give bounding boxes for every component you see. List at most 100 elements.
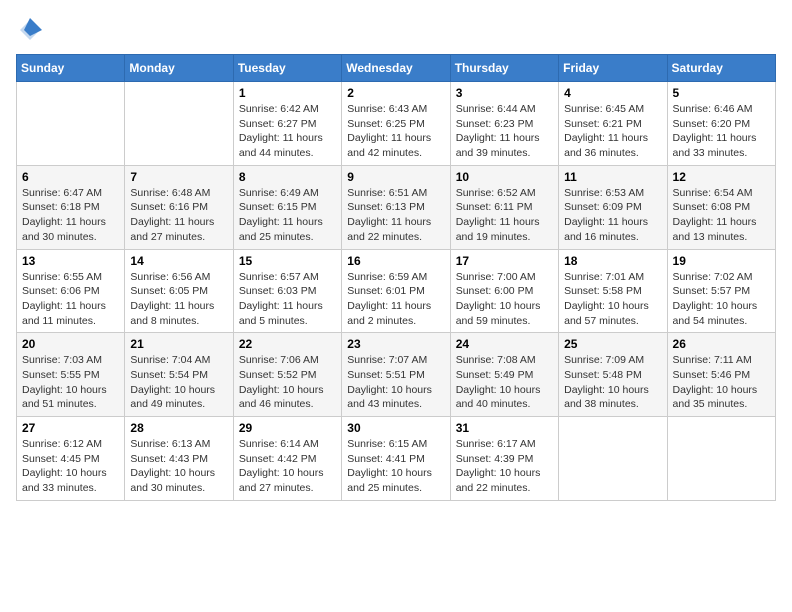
calendar-cell: 29 Sunrise: 6:14 AMSunset: 4:42 PMDayligh… [233, 417, 341, 501]
calendar-cell: 14Sunrise: 6:56 AMSunset: 6:05 PMDayligh… [125, 249, 233, 333]
calendar-header-row: SundayMondayTuesdayWednesdayThursdayFrid… [17, 55, 776, 82]
calendar-cell [17, 82, 125, 166]
calendar-cell: 28Sunrise: 6:13 AMSunset: 4:43 PMDayligh… [125, 417, 233, 501]
calendar-body: 1Sunrise: 6:42 AMSunset: 6:27 PMDaylight… [17, 82, 776, 501]
day-info: Sunrise: 6:46 AMSunset: 6:20 PMDaylight:… [673, 102, 770, 161]
calendar-week-row: 1Sunrise: 6:42 AMSunset: 6:27 PMDaylight… [17, 82, 776, 166]
calendar-cell: 21 Sunrise: 7:04 AMSunset: 5:54 PMDayligh… [125, 333, 233, 417]
calendar-cell: 13 Sunrise: 6:55 AMSunset: 6:06 PMDayligh… [17, 249, 125, 333]
day-info: Sunrise: 7:01 AMSunset: 5:58 PMDaylight:… [564, 270, 661, 329]
calendar-cell: 19Sunrise: 7:02 AMSunset: 5:57 PMDayligh… [667, 249, 775, 333]
day-info: Sunrise: 6:12 AMSunset: 4:45 PMDaylight:… [22, 437, 119, 496]
day-number: 12 [673, 170, 770, 184]
day-info: Sunrise: 6:51 AMSunset: 6:13 PMDaylight:… [347, 186, 444, 245]
calendar-cell: 11 Sunrise: 6:53 AMSunset: 6:09 PMDayligh… [559, 165, 667, 249]
day-number: 18 [564, 254, 661, 268]
logo-icon [16, 16, 44, 44]
day-info: Sunrise: 7:03 AMSunset: 5:55 PMDaylight:… [22, 353, 119, 412]
calendar-cell: 12 Sunrise: 6:54 AMSunset: 6:08 PMDayligh… [667, 165, 775, 249]
calendar-cell: 15 Sunrise: 6:57 AMSunset: 6:03 PMDayligh… [233, 249, 341, 333]
day-info: Sunrise: 7:09 AMSunset: 5:48 PMDaylight:… [564, 353, 661, 412]
calendar-cell: 10 Sunrise: 6:52 AMSunset: 6:11 PMDayligh… [450, 165, 558, 249]
day-number: 8 [239, 170, 336, 184]
calendar-cell: 17Sunrise: 7:00 AMSunset: 6:00 PMDayligh… [450, 249, 558, 333]
day-number: 13 [22, 254, 119, 268]
calendar-cell: 7Sunrise: 6:48 AMSunset: 6:16 PMDaylight… [125, 165, 233, 249]
day-number: 28 [130, 421, 227, 435]
day-number: 23 [347, 337, 444, 351]
day-info: Sunrise: 6:59 AMSunset: 6:01 PMDaylight:… [347, 270, 444, 329]
day-info: Sunrise: 6:47 AMSunset: 6:18 PMDaylight:… [22, 186, 119, 245]
calendar-cell: 5 Sunrise: 6:46 AMSunset: 6:20 PMDaylight… [667, 82, 775, 166]
day-info: Sunrise: 7:08 AMSunset: 5:49 PMDaylight:… [456, 353, 553, 412]
day-info: Sunrise: 6:14 AMSunset: 4:42 PMDaylight:… [239, 437, 336, 496]
calendar-cell: 23 Sunrise: 7:07 AMSunset: 5:51 PMDayligh… [342, 333, 450, 417]
day-number: 24 [456, 337, 553, 351]
weekday-header-saturday: Saturday [667, 55, 775, 82]
calendar-cell: 3 Sunrise: 6:44 AMSunset: 6:23 PMDaylight… [450, 82, 558, 166]
calendar-cell: 6 Sunrise: 6:47 AMSunset: 6:18 PMDaylight… [17, 165, 125, 249]
calendar-cell [125, 82, 233, 166]
day-info: Sunrise: 7:04 AMSunset: 5:54 PMDaylight:… [130, 353, 227, 412]
day-number: 20 [22, 337, 119, 351]
calendar-cell: 8Sunrise: 6:49 AMSunset: 6:15 PMDaylight… [233, 165, 341, 249]
calendar-week-row: 6 Sunrise: 6:47 AMSunset: 6:18 PMDaylight… [17, 165, 776, 249]
day-info: Sunrise: 6:55 AMSunset: 6:06 PMDaylight:… [22, 270, 119, 329]
calendar-cell: 9 Sunrise: 6:51 AMSunset: 6:13 PMDaylight… [342, 165, 450, 249]
day-info: Sunrise: 6:54 AMSunset: 6:08 PMDaylight:… [673, 186, 770, 245]
calendar-cell: 18 Sunrise: 7:01 AMSunset: 5:58 PMDayligh… [559, 249, 667, 333]
weekday-header-sunday: Sunday [17, 55, 125, 82]
calendar-cell: 2Sunrise: 6:43 AMSunset: 6:25 PMDaylight… [342, 82, 450, 166]
day-info: Sunrise: 6:56 AMSunset: 6:05 PMDaylight:… [130, 270, 227, 329]
weekday-header-thursday: Thursday [450, 55, 558, 82]
calendar-cell: 30Sunrise: 6:15 AMSunset: 4:41 PMDayligh… [342, 417, 450, 501]
day-number: 4 [564, 86, 661, 100]
day-number: 1 [239, 86, 336, 100]
calendar-cell: 20 Sunrise: 7:03 AMSunset: 5:55 PMDayligh… [17, 333, 125, 417]
page-header [16, 16, 776, 44]
day-number: 11 [564, 170, 661, 184]
calendar-week-row: 20 Sunrise: 7:03 AMSunset: 5:55 PMDayligh… [17, 333, 776, 417]
day-info: Sunrise: 7:02 AMSunset: 5:57 PMDaylight:… [673, 270, 770, 329]
calendar-cell [559, 417, 667, 501]
calendar-week-row: 13 Sunrise: 6:55 AMSunset: 6:06 PMDayligh… [17, 249, 776, 333]
calendar-cell: 16 Sunrise: 6:59 AMSunset: 6:01 PMDayligh… [342, 249, 450, 333]
day-number: 22 [239, 337, 336, 351]
day-info: Sunrise: 7:07 AMSunset: 5:51 PMDaylight:… [347, 353, 444, 412]
day-info: Sunrise: 6:45 AMSunset: 6:21 PMDaylight:… [564, 102, 661, 161]
day-number: 3 [456, 86, 553, 100]
day-info: Sunrise: 7:06 AMSunset: 5:52 PMDaylight:… [239, 353, 336, 412]
day-number: 16 [347, 254, 444, 268]
day-info: Sunrise: 6:53 AMSunset: 6:09 PMDaylight:… [564, 186, 661, 245]
day-number: 26 [673, 337, 770, 351]
day-info: Sunrise: 7:11 AMSunset: 5:46 PMDaylight:… [673, 353, 770, 412]
day-info: Sunrise: 6:44 AMSunset: 6:23 PMDaylight:… [456, 102, 553, 161]
calendar-table: SundayMondayTuesdayWednesdayThursdayFrid… [16, 54, 776, 501]
day-info: Sunrise: 6:57 AMSunset: 6:03 PMDaylight:… [239, 270, 336, 329]
day-number: 10 [456, 170, 553, 184]
day-number: 25 [564, 337, 661, 351]
calendar-cell: 22 Sunrise: 7:06 AMSunset: 5:52 PMDayligh… [233, 333, 341, 417]
calendar-cell: 26 Sunrise: 7:11 AMSunset: 5:46 PMDayligh… [667, 333, 775, 417]
day-info: Sunrise: 6:52 AMSunset: 6:11 PMDaylight:… [456, 186, 553, 245]
day-number: 15 [239, 254, 336, 268]
weekday-header-tuesday: Tuesday [233, 55, 341, 82]
calendar-cell: 31Sunrise: 6:17 AMSunset: 4:39 PMDayligh… [450, 417, 558, 501]
calendar-cell: 24 Sunrise: 7:08 AMSunset: 5:49 PMDayligh… [450, 333, 558, 417]
day-info: Sunrise: 7:00 AMSunset: 6:00 PMDaylight:… [456, 270, 553, 329]
day-info: Sunrise: 6:15 AMSunset: 4:41 PMDaylight:… [347, 437, 444, 496]
day-number: 27 [22, 421, 119, 435]
day-number: 5 [673, 86, 770, 100]
weekday-header-monday: Monday [125, 55, 233, 82]
day-number: 21 [130, 337, 227, 351]
calendar-cell: 1Sunrise: 6:42 AMSunset: 6:27 PMDaylight… [233, 82, 341, 166]
day-number: 29 [239, 421, 336, 435]
day-info: Sunrise: 6:48 AMSunset: 6:16 PMDaylight:… [130, 186, 227, 245]
calendar-cell: 27 Sunrise: 6:12 AMSunset: 4:45 PMDayligh… [17, 417, 125, 501]
day-number: 9 [347, 170, 444, 184]
calendar-cell [667, 417, 775, 501]
day-number: 2 [347, 86, 444, 100]
day-number: 31 [456, 421, 553, 435]
day-number: 6 [22, 170, 119, 184]
weekday-header-wednesday: Wednesday [342, 55, 450, 82]
